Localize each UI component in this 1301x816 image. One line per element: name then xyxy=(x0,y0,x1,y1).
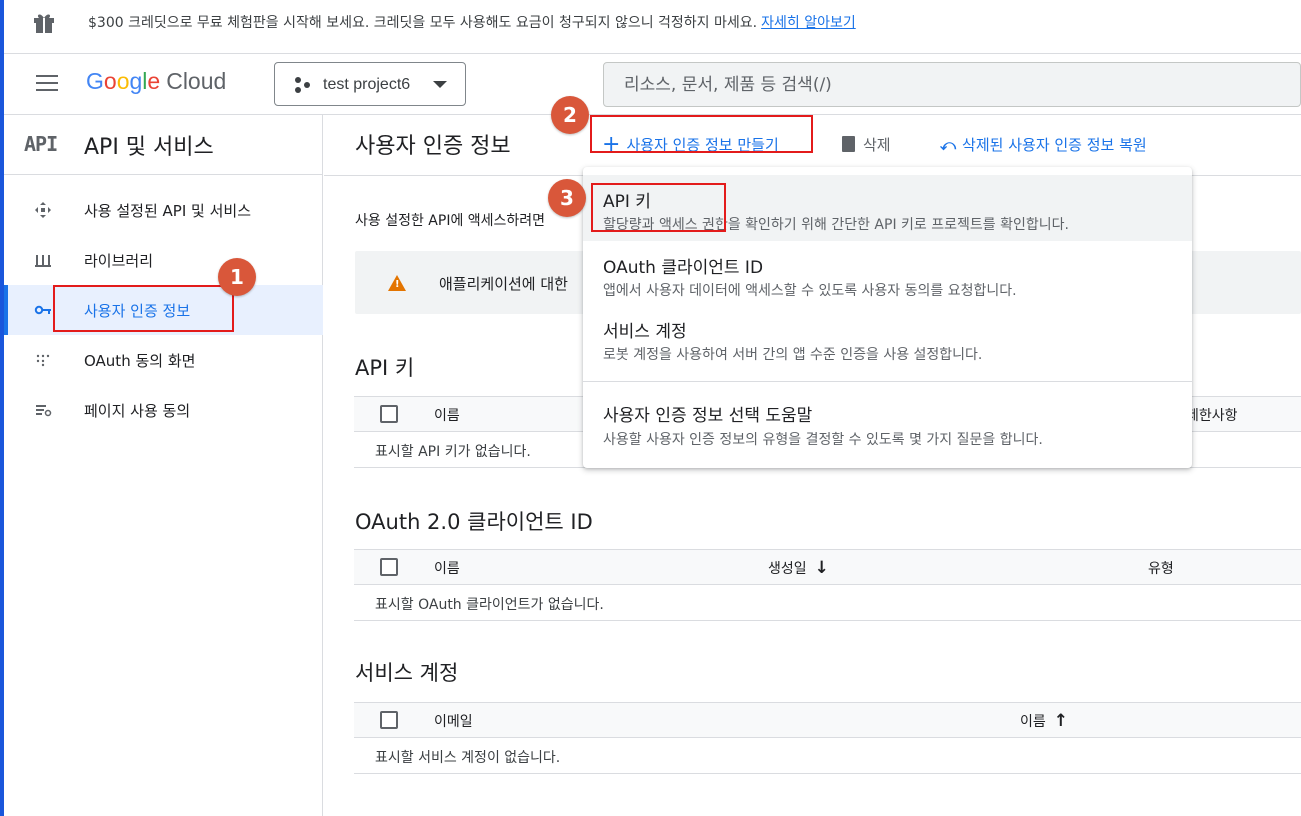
highlight-box-credentials xyxy=(53,285,234,332)
sidebar-item-enabled-apis[interactable]: 사용 설정된 API 및 서비스 xyxy=(4,185,323,235)
sidebar-item-label: 라이브러리 xyxy=(84,252,154,270)
sidebar-item-label: OAuth 동의 화면 xyxy=(84,352,196,370)
settings-list-icon xyxy=(36,405,52,417)
menu-divider xyxy=(583,381,1192,382)
step-badge-2: 2 xyxy=(551,96,589,134)
highlight-box-api-key xyxy=(591,183,726,232)
step-badge-1: 1 xyxy=(218,258,256,296)
restore-deleted-button[interactable]: ⤺ 삭제된 사용자 인증 정보 복원 xyxy=(940,134,1147,155)
dots-grid-icon xyxy=(36,354,50,367)
search-input[interactable] xyxy=(624,73,1264,97)
column-header-type[interactable]: 유형 xyxy=(1148,558,1174,578)
key-icon xyxy=(34,305,51,315)
select-all-checkbox[interactable] xyxy=(380,405,398,423)
column-header-name[interactable]: 이름 xyxy=(434,405,460,425)
promo-text: $300 크레딧으로 무료 체험판을 시작해 보세요. 크레딧을 모두 사용해도… xyxy=(88,12,856,32)
select-all-checkbox[interactable] xyxy=(380,558,398,576)
project-dots-icon xyxy=(295,77,310,93)
sidebar-item-oauth-consent[interactable]: OAuth 동의 화면 xyxy=(4,335,323,385)
select-all-checkbox[interactable] xyxy=(380,711,398,729)
sidebar-item-page-consent[interactable]: 페이지 사용 동의 xyxy=(4,385,323,435)
menu-item-help-choose[interactable]: 사용자 인증 정보 선택 도움말 사용할 사용자 인증 정보의 유형을 결정할 … xyxy=(583,391,1192,455)
menu-icon[interactable] xyxy=(36,75,60,93)
undo-icon: ⤺ xyxy=(940,136,957,154)
delete-button[interactable]: 삭제 xyxy=(842,134,891,155)
sidebar-header: API API 및 서비스 xyxy=(4,115,323,175)
caret-down-icon xyxy=(433,81,447,88)
oauth-table: 이름 생성일 ↓ 유형 표시할 OAuth 클라이언트가 없습니다. xyxy=(354,549,1301,621)
library-icon xyxy=(35,255,51,267)
api-icon: API xyxy=(24,132,58,156)
empty-row: 표시할 서비스 계정이 없습니다. xyxy=(354,738,1301,774)
table-header: 이메일 이름 ↑ xyxy=(354,702,1301,738)
diamond-arrows-icon xyxy=(35,202,51,218)
intro-text: 사용 설정한 API에 액세스하려면 xyxy=(355,213,546,229)
google-cloud-logo[interactable]: Google Cloud xyxy=(86,68,226,95)
column-header-restrictions[interactable]: 제한사항 xyxy=(1186,405,1238,425)
search-bar[interactable] xyxy=(603,62,1301,107)
column-header-name[interactable]: 이름 ↑ xyxy=(1020,711,1068,731)
learn-more-link[interactable]: 자세히 알아보기 xyxy=(761,15,856,31)
service-accounts-title: 서비스 계정 xyxy=(355,661,459,685)
project-selector[interactable]: test project6 xyxy=(274,62,466,106)
column-header-name[interactable]: 이름 xyxy=(434,558,460,578)
highlight-box-create xyxy=(590,115,813,153)
project-name: test project6 xyxy=(323,76,411,93)
warning-text: 애플리케이션에 대한 xyxy=(439,275,568,293)
oauth-title: OAuth 2.0 클라이언트 ID xyxy=(355,510,593,534)
promo-banner: $300 크레딧으로 무료 체험판을 시작해 보세요. 크레딧을 모두 사용해도… xyxy=(4,0,1301,44)
trash-icon xyxy=(842,136,855,152)
column-header-created[interactable]: 생성일 ↓ xyxy=(768,558,829,578)
empty-row: 표시할 OAuth 클라이언트가 없습니다. xyxy=(354,585,1301,621)
arrow-up-icon: ↑ xyxy=(1053,711,1069,731)
promo-message: $300 크레딧으로 무료 체험판을 시작해 보세요. 크레딧을 모두 사용해도… xyxy=(88,15,758,31)
sidebar: API API 및 서비스 사용 설정된 API 및 서비스 라이브러리 사용자… xyxy=(4,115,323,816)
service-accounts-table: 이메일 이름 ↑ 표시할 서비스 계정이 없습니다. xyxy=(354,702,1301,774)
page-title: 사용자 인증 정보 xyxy=(355,134,511,159)
sidebar-item-label: 사용 설정된 API 및 서비스 xyxy=(84,202,252,220)
column-header-email[interactable]: 이메일 xyxy=(434,711,473,731)
api-keys-title: API 키 xyxy=(355,356,415,380)
divider xyxy=(4,53,1301,54)
sidebar-item-library[interactable]: 라이브러리 xyxy=(4,235,323,285)
step-badge-3: 3 xyxy=(548,179,586,217)
menu-item-oauth-client[interactable]: OAuth 클라이언트 ID 앱에서 사용자 데이터에 액세스할 수 있도록 사… xyxy=(583,241,1192,305)
gift-icon xyxy=(34,14,54,33)
table-header: 이름 생성일 ↓ 유형 xyxy=(354,549,1301,585)
menu-item-service-account[interactable]: 서비스 계정 로봇 계정을 사용하여 서버 간의 앱 수준 인증을 사용 설정합… xyxy=(583,305,1192,369)
sidebar-item-label: 페이지 사용 동의 xyxy=(84,402,191,420)
sidebar-title: API 및 서비스 xyxy=(84,135,214,160)
arrow-down-icon: ↓ xyxy=(814,558,829,578)
